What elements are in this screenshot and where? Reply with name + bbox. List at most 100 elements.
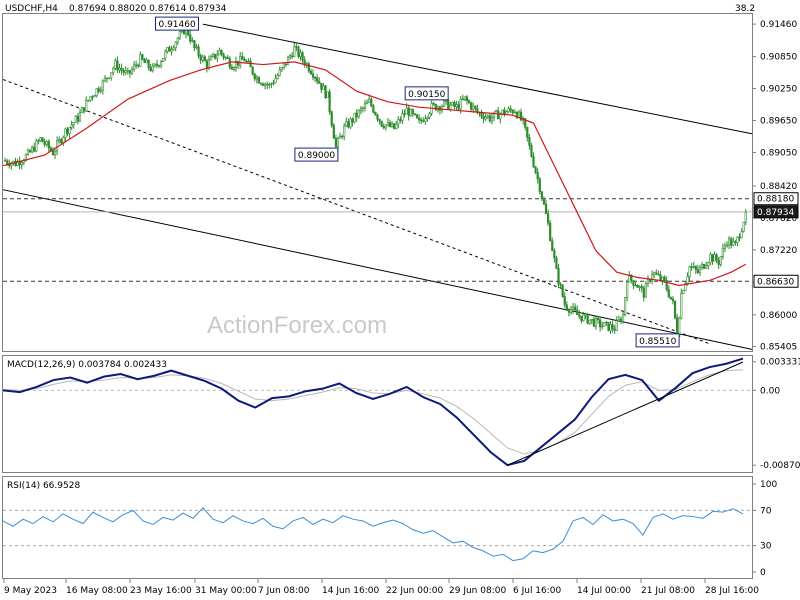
macd-line	[2, 357, 744, 467]
candle-body	[257, 77, 261, 84]
candle-body	[239, 55, 242, 66]
candle-body	[451, 101, 454, 106]
candle-body	[696, 269, 700, 273]
candle-body	[324, 85, 327, 98]
candle-body	[266, 83, 269, 86]
candle-body	[736, 236, 739, 243]
candle-body	[51, 150, 55, 156]
x-tick-label: 9 May 2023	[4, 586, 57, 596]
candle-body	[642, 287, 645, 298]
candle-body	[563, 296, 566, 306]
candle-body	[740, 231, 743, 239]
candle-body	[355, 112, 358, 118]
candle-body	[145, 59, 148, 63]
candle-body	[237, 60, 240, 66]
candle-body	[45, 141, 48, 145]
candle-body	[380, 120, 383, 127]
candle-body	[363, 103, 367, 109]
candle-body	[209, 56, 213, 61]
candle-body	[388, 122, 392, 127]
candle-body	[212, 53, 215, 57]
candle-body	[501, 109, 504, 114]
candle-body	[299, 52, 302, 57]
candle-body	[445, 100, 448, 102]
x-tick-label: 28 Jul 16:00	[705, 586, 759, 596]
rsi-layer: 100 70 30 0	[2, 480, 777, 578]
candle-body	[214, 53, 217, 59]
level-label: 0.86630	[757, 277, 794, 287]
candle-body	[220, 49, 223, 55]
candle-body	[105, 77, 109, 80]
candle-body	[688, 266, 691, 277]
candle-body	[528, 137, 531, 146]
candle-body	[490, 116, 494, 122]
candle-body	[135, 64, 138, 66]
candle-body	[621, 314, 625, 322]
candle-body	[176, 37, 179, 43]
candle-body	[657, 273, 660, 276]
price-layer: 0.91460 0.90850 0.90250 0.89650 0.89050 0.884…	[2, 16, 799, 352]
candle-body	[343, 125, 346, 137]
candle-body	[166, 47, 169, 52]
candle-body	[453, 101, 456, 107]
candle-body	[393, 123, 396, 129]
candle-body	[713, 254, 716, 262]
candle-body	[426, 116, 429, 119]
candle-body	[655, 272, 658, 275]
candle-body	[201, 56, 204, 61]
candle-body	[422, 120, 425, 122]
candle-body	[64, 128, 67, 138]
candle-body	[376, 114, 379, 120]
candle-body	[507, 108, 510, 113]
candle-body	[494, 110, 498, 113]
candle-body	[222, 53, 225, 58]
candle-body	[725, 244, 729, 247]
candle-body	[603, 322, 606, 327]
candle-body	[472, 105, 475, 110]
candle-body	[151, 65, 154, 71]
candle-body	[216, 54, 219, 59]
candle-body	[278, 69, 281, 76]
candle-body	[361, 107, 365, 110]
candle-body	[663, 276, 666, 281]
candle-body	[538, 178, 541, 193]
candle-body	[578, 314, 581, 317]
candle-body	[700, 264, 704, 268]
candle-body	[268, 83, 271, 86]
candle-body	[207, 59, 211, 69]
candle-body	[53, 150, 57, 156]
candle-body	[607, 321, 610, 331]
candle-body	[432, 103, 435, 105]
candle-body	[124, 70, 127, 73]
price-tick-label: 0.86000	[760, 311, 797, 321]
candle-body	[424, 118, 427, 122]
candle-body	[555, 257, 558, 269]
candle-body	[120, 67, 123, 71]
candle-body	[728, 238, 731, 246]
price-tick-label: 0.90850	[760, 53, 797, 63]
candle-body	[74, 115, 77, 123]
candle-body	[264, 83, 267, 86]
candle-body	[386, 122, 390, 126]
candle-body	[6, 160, 9, 165]
price-annotation-label: 0.90150	[408, 90, 445, 100]
candle-body	[282, 63, 285, 69]
candle-body	[673, 300, 677, 319]
candle-body	[411, 109, 414, 115]
candle-body	[588, 319, 591, 324]
candle-body	[147, 59, 150, 68]
candle-body	[632, 280, 635, 286]
corner-value: 38.2	[735, 4, 755, 14]
candle-body	[39, 137, 42, 142]
candle-body	[707, 262, 710, 267]
candle-body	[116, 60, 119, 71]
candle-body	[540, 191, 543, 200]
x-axis: 9 May 2023 16 May 08:00 23 May 16:00 31 May…	[3, 579, 759, 596]
candle-body	[78, 112, 82, 122]
candle-body	[160, 61, 163, 67]
candle-body	[126, 70, 129, 72]
candle-body	[413, 113, 417, 115]
candle-body	[719, 256, 722, 265]
candle-body	[322, 85, 325, 90]
candle-body	[93, 95, 96, 98]
